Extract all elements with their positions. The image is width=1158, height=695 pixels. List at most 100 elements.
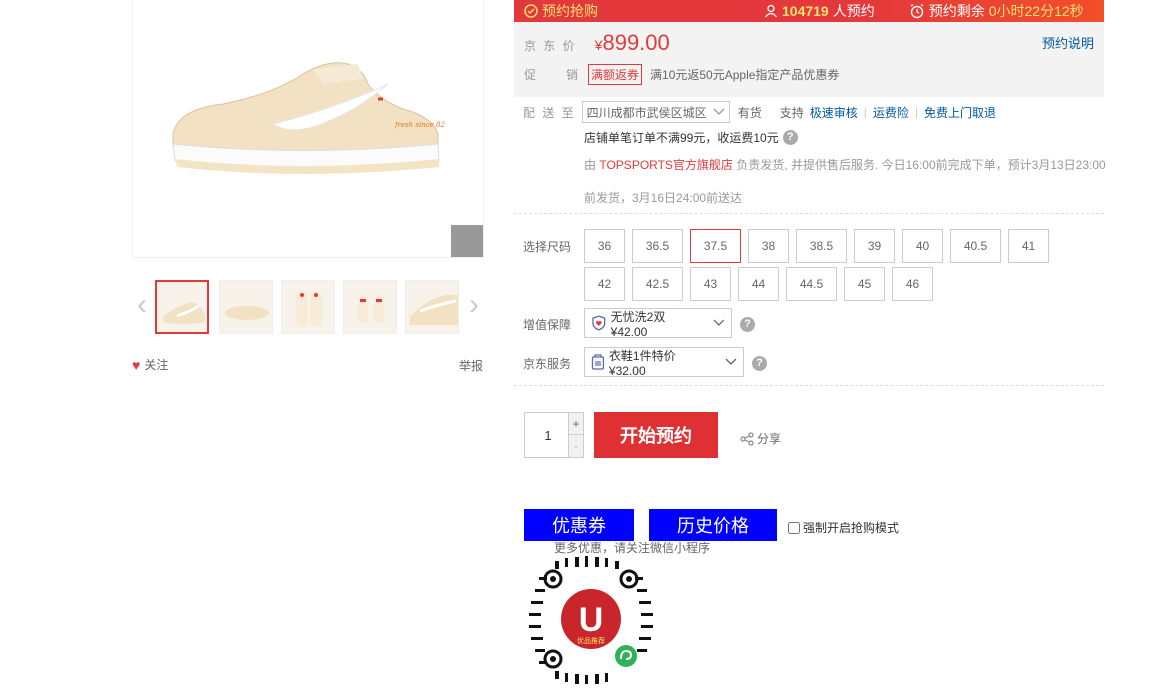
chevron-down-icon xyxy=(713,319,725,326)
share-button[interactable]: 分享 xyxy=(739,430,781,447)
quantity-input[interactable]: 1 xyxy=(525,413,571,457)
separator: | xyxy=(863,105,867,119)
service-link-free-pickup[interactable]: 免费上门取退 xyxy=(924,104,996,121)
chevron-left-icon[interactable]: ‹ xyxy=(132,290,152,322)
jd-service-select[interactable]: 衣鞋1件特价 ¥32.00 xyxy=(584,347,744,378)
coupon-button[interactable]: 优惠券 xyxy=(524,509,634,541)
thumbnail[interactable] xyxy=(155,280,209,334)
thumbnail[interactable] xyxy=(343,280,397,334)
thumbnail[interactable] xyxy=(219,280,273,334)
remaining-label: 预约剩余 xyxy=(928,3,985,19)
promo-tag[interactable]: 满额返券 xyxy=(588,64,643,85)
support-label: 支持 xyxy=(779,105,804,120)
presale-count: 104719 xyxy=(782,3,829,19)
quantity-minus-button[interactable]: - xyxy=(568,435,583,457)
chevron-right-icon[interactable]: › xyxy=(464,290,484,322)
price-value: ¥899.00 xyxy=(594,30,670,55)
promo-text: 满10元返50元Apple指定产品优惠券 xyxy=(650,68,840,82)
help-icon[interactable]: ? xyxy=(752,356,767,371)
size-option[interactable]: 41 xyxy=(1008,229,1049,263)
seller-line-2: 前发货，3月16日24:00前送达 xyxy=(584,191,743,205)
size-option[interactable]: 44.5 xyxy=(786,267,837,301)
size-option[interactable]: 46 xyxy=(892,267,933,301)
jd-service-value: 衣鞋1件特价 ¥32.00 xyxy=(608,348,676,378)
thumbnail-strip: ‹ › xyxy=(132,278,484,336)
clock-check-icon xyxy=(524,4,538,18)
share-icon xyxy=(740,431,754,446)
force-mode-checkbox[interactable] xyxy=(788,521,800,534)
address-select[interactable]: 四川成都市武侯区城区 xyxy=(581,101,730,123)
shop-link[interactable]: TOPSPORTS官方旗舰店 xyxy=(599,158,733,172)
quantity-stepper: 1 + - xyxy=(524,412,584,458)
follow-label: 关注 xyxy=(144,358,169,372)
stock-status: 有货 xyxy=(737,105,762,120)
size-option[interactable]: 42.5 xyxy=(632,267,683,301)
freight-note: 店铺单笔订单不满99元，收运费10元 xyxy=(584,131,779,145)
service-link-fast-review[interactable]: 极速审核 xyxy=(810,104,858,121)
warranty-select[interactable]: 无忧洗2双 ¥42.00 xyxy=(584,308,732,339)
product-main-image[interactable]: fresh since 82 xyxy=(132,0,484,258)
follow-button[interactable]: ♥ 关注 xyxy=(132,356,168,373)
sneaker-image: fresh since 82 xyxy=(172,62,445,174)
clothing-service-icon xyxy=(591,354,605,370)
zoom-icon[interactable] xyxy=(451,225,483,257)
force-mode-toggle[interactable]: 强制开启抢购模式 xyxy=(788,519,899,536)
presale-banner: 预约抢购 104719 人预约 预约剩余 0小时22分12秒 xyxy=(514,0,1104,22)
promo-label: 促 销 xyxy=(524,68,581,82)
help-icon[interactable]: ? xyxy=(782,130,798,145)
size-option[interactable]: 38 xyxy=(748,229,789,263)
report-link[interactable]: 举报 xyxy=(459,357,483,374)
size-option[interactable]: 36 xyxy=(584,229,625,263)
start-reservation-button[interactable]: 开始预约 xyxy=(594,412,718,458)
help-icon[interactable]: ? xyxy=(740,317,755,332)
presale-count-suffix: 人预约 xyxy=(832,3,875,19)
size-label: 选择尺码 xyxy=(523,240,572,254)
presale-note-link[interactable]: 预约说明 xyxy=(1042,33,1094,52)
chevron-down-icon xyxy=(713,108,725,115)
size-option[interactable]: 40.5 xyxy=(950,229,1001,263)
shield-heart-icon xyxy=(592,315,606,331)
price-label: 京 东 价 xyxy=(524,39,577,53)
thumbnail[interactable] xyxy=(281,280,335,334)
remaining-time: 0小时22分12秒 xyxy=(988,3,1084,19)
size-option[interactable]: 45 xyxy=(844,267,885,301)
mini-program-qr-code[interactable]: U 优品推荐 xyxy=(525,555,657,685)
size-option[interactable]: 40 xyxy=(902,229,943,263)
delivery-section: 配 送 至 四川成都市武侯区城区 有货 支持 极速审核 | 运费险 | 免费上门… xyxy=(523,101,1106,206)
size-option[interactable]: 43 xyxy=(690,267,731,301)
heart-icon: ♥ xyxy=(132,356,141,373)
jd-service-label: 京东服务 xyxy=(523,357,572,371)
thumbnail[interactable] xyxy=(405,280,459,334)
size-option[interactable]: 38.5 xyxy=(796,229,847,263)
quantity-plus-button[interactable]: + xyxy=(568,413,583,435)
divider xyxy=(514,385,1104,386)
seller-prefix: 由 xyxy=(584,158,597,172)
size-option[interactable]: 39 xyxy=(854,229,895,263)
wechat-tip: 更多优惠，请关注微信小程序 xyxy=(554,541,711,555)
force-mode-label: 强制开启抢购模式 xyxy=(803,521,900,535)
qr-caption: 优品推荐 xyxy=(577,636,605,645)
size-option[interactable]: 36.5 xyxy=(632,229,683,263)
address-value: 四川成都市武侯区城区 xyxy=(586,105,707,120)
size-option[interactable]: 44 xyxy=(738,267,779,301)
size-option-selected[interactable]: 37.5 xyxy=(690,229,741,263)
qr-brand-letter: U xyxy=(579,601,604,639)
svg-text:fresh since 82: fresh since 82 xyxy=(394,121,445,129)
delivery-label: 配 送 至 xyxy=(523,105,576,120)
user-icon xyxy=(764,4,778,18)
size-option[interactable]: 42 xyxy=(584,267,625,301)
presale-label: 预约抢购 xyxy=(542,3,598,19)
warranty-label: 增值保障 xyxy=(523,318,572,332)
seller-text: 负责发货, 并提供售后服务. 今日16:00前完成下单，预计3月13日23:00 xyxy=(736,158,1106,172)
service-link-shipping-insurance[interactable]: 运费险 xyxy=(873,104,909,121)
wechat-mini-program-icon xyxy=(615,645,637,667)
price-history-button[interactable]: 历史价格 xyxy=(649,509,777,541)
warranty-value: 无忧洗2双 ¥42.00 xyxy=(610,309,666,339)
price-box: 京 东 价 ¥899.00 预约说明 促 销 满额返券 满10元返50元Appl… xyxy=(514,22,1104,97)
divider xyxy=(514,213,1104,214)
share-label: 分享 xyxy=(757,432,782,446)
alarm-clock-icon xyxy=(910,3,924,19)
chevron-down-icon xyxy=(725,358,737,365)
separator: | xyxy=(914,105,918,119)
seller-line: 由 TOPSPORTS官方旗舰店 负责发货, 并提供售后服务. 今日16:00前… xyxy=(584,156,1106,173)
